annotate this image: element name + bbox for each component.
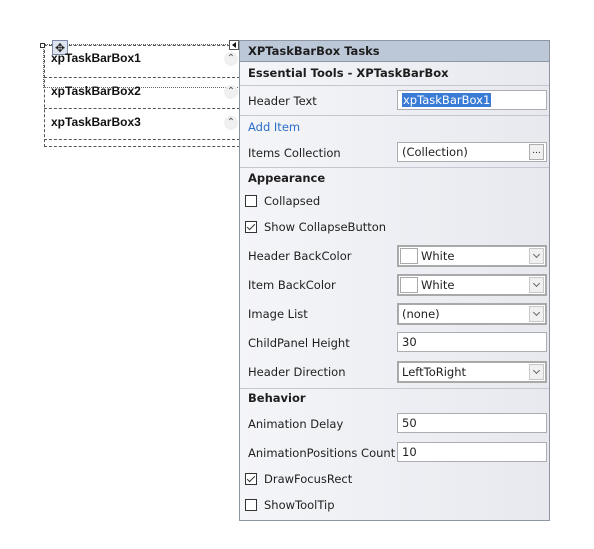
- divider: [240, 388, 549, 389]
- show-collapse-button-row[interactable]: Show CollapseButton: [240, 220, 549, 236]
- tasks-panel: XPTaskBarBox Tasks Essential Tools - XPT…: [239, 40, 550, 521]
- animation-delay-input[interactable]: 50: [397, 413, 547, 433]
- chevron-down-icon[interactable]: [529, 248, 544, 264]
- add-item-link[interactable]: Add Item: [248, 120, 300, 134]
- show-collapse-button-label: Show CollapseButton: [264, 220, 387, 234]
- header-text-row: Header Text xpTaskBarBox1: [240, 90, 549, 114]
- animation-positions-count-label: AnimationPositions Count: [248, 446, 396, 460]
- color-swatch: [400, 277, 418, 293]
- childpanel-height-row: ChildPanel Height 30: [240, 332, 549, 354]
- chevron-down-icon[interactable]: [529, 277, 544, 293]
- chevron-down-icon[interactable]: [529, 364, 544, 380]
- item-backcolor-value: White: [421, 278, 455, 292]
- items-collection-label: Items Collection: [248, 146, 341, 160]
- animation-positions-count-row: AnimationPositions Count 10: [240, 442, 549, 464]
- header-backcolor-row: Header BackColor White: [240, 245, 549, 267]
- panel-subtitle: Essential Tools - XPTaskBarBox: [248, 66, 449, 80]
- header-backcolor-label: Header BackColor: [248, 249, 352, 263]
- draw-focus-rect-checkbox[interactable]: [245, 473, 257, 485]
- animation-delay-row: Animation Delay 50: [240, 413, 549, 435]
- xptaskbarbox-designer[interactable]: ✥ xpTaskBarBox1 ⌃ xpTaskBarBox2 ⌃ xpTask…: [40, 40, 240, 148]
- items-collection-value: (Collection): [402, 145, 468, 159]
- show-collapse-button-checkbox[interactable]: [245, 221, 257, 233]
- divider: [44, 139, 240, 140]
- item-backcolor-select[interactable]: White: [397, 274, 547, 296]
- animation-delay-value: 50: [402, 416, 417, 430]
- header-direction-value: LeftToRight: [402, 365, 467, 379]
- color-swatch: [400, 248, 418, 264]
- show-tooltip-label: ShowToolTip: [264, 498, 335, 512]
- header-text-input[interactable]: xpTaskBarBox1: [397, 90, 547, 110]
- childpanel-height-label: ChildPanel Height: [248, 336, 350, 350]
- image-list-label: Image List: [248, 307, 308, 321]
- childpanel-height-input[interactable]: 30: [397, 332, 547, 352]
- appearance-section-title: Appearance: [248, 171, 326, 185]
- header-text-label: Header Text: [248, 94, 317, 108]
- collapsed-label: Collapsed: [264, 194, 321, 208]
- taskbar-item-label: xpTaskBarBox2: [51, 84, 141, 98]
- divider: [240, 85, 549, 86]
- header-backcolor-value: White: [421, 249, 455, 263]
- taskbar-item-label: xpTaskBarBox1: [51, 51, 141, 65]
- draw-focus-rect-label: DrawFocusRect: [264, 472, 353, 486]
- show-tooltip-checkbox[interactable]: [245, 499, 257, 511]
- panel-title: XPTaskBarBox Tasks: [240, 41, 549, 62]
- ellipsis-button[interactable]: ...: [529, 144, 544, 160]
- double-chevron-up-icon[interactable]: ⌃: [224, 116, 238, 130]
- draw-focus-rect-row[interactable]: DrawFocusRect: [240, 472, 549, 488]
- item-backcolor-label: Item BackColor: [248, 278, 336, 292]
- double-chevron-up-icon[interactable]: ⌃: [224, 85, 238, 99]
- header-direction-select[interactable]: LeftToRight: [397, 361, 547, 383]
- image-list-select[interactable]: (none): [397, 303, 547, 325]
- header-backcolor-select[interactable]: White: [397, 245, 547, 267]
- items-collection-row: Items Collection (Collection) ...: [240, 142, 549, 164]
- collapsed-row[interactable]: Collapsed: [240, 194, 549, 210]
- image-list-row: Image List (none): [240, 303, 549, 325]
- taskbar-item[interactable]: xpTaskBarBox1 ⌃: [44, 45, 240, 75]
- animation-positions-count-input[interactable]: 10: [397, 442, 547, 462]
- header-text-value: xpTaskBarBox1: [402, 93, 492, 107]
- image-list-value: (none): [402, 307, 440, 321]
- collapsed-checkbox[interactable]: [245, 195, 257, 207]
- behavior-section-title: Behavior: [248, 391, 306, 405]
- double-chevron-up-icon[interactable]: ⌃: [224, 52, 238, 66]
- animation-delay-label: Animation Delay: [248, 417, 344, 431]
- taskbar-item[interactable]: xpTaskBarBox3 ⌃: [44, 108, 240, 138]
- animation-positions-count-value: 10: [402, 445, 417, 459]
- header-direction-row: Header Direction LeftToRight: [240, 361, 549, 383]
- header-direction-label: Header Direction: [248, 365, 346, 379]
- taskbar-item-label: xpTaskBarBox3: [51, 115, 141, 129]
- divider: [240, 167, 549, 168]
- chevron-down-icon[interactable]: [529, 306, 544, 322]
- items-collection-field[interactable]: (Collection) ...: [397, 142, 547, 162]
- item-backcolor-row: Item BackColor White: [240, 274, 549, 296]
- childpanel-height-value: 30: [402, 335, 417, 349]
- taskbar-item[interactable]: xpTaskBarBox2 ⌃: [44, 77, 240, 107]
- divider: [240, 115, 549, 116]
- add-item-row: Add Item: [240, 120, 549, 138]
- show-tooltip-row[interactable]: ShowToolTip: [240, 498, 549, 514]
